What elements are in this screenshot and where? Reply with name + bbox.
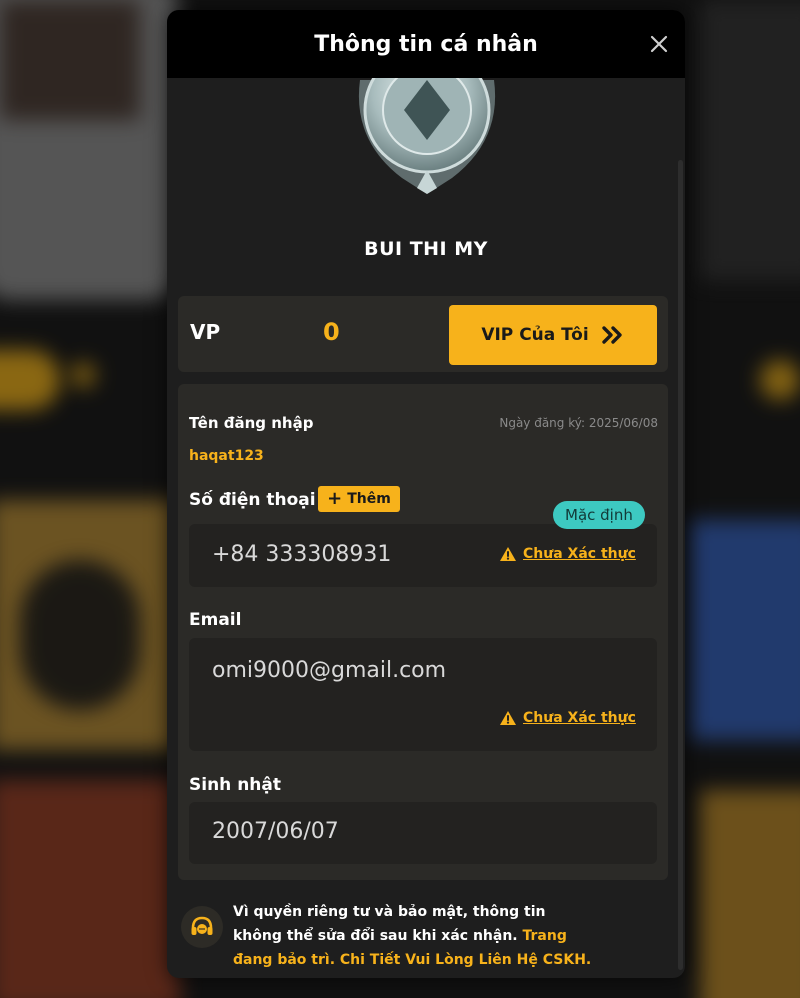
profile-username: BUI THI MY [364,238,488,260]
profile-modal: Thông tin cá nhân BUI THI MY VP 0 VIP Củ… [167,10,685,978]
phone-label: Số điện thoại [189,490,316,510]
birthday-label: Sinh nhật [189,775,281,795]
login-label: Tên đăng nhập [189,414,314,432]
email-verify-status: Chưa Xác thực [523,710,636,726]
support-headset-icon[interactable] [181,906,223,948]
close-icon [650,35,668,53]
email-label: Email [189,610,242,630]
my-vip-button-label: VIP Của Tôi [481,325,589,345]
scrollbar[interactable] [678,160,683,970]
add-phone-label: Thêm [347,491,391,507]
my-vip-button[interactable]: VIP Của Tôi [449,305,657,365]
birthday-value: 2007/06/07 [212,819,339,844]
phone-verify-link[interactable]: Chưa Xác thực [499,546,636,562]
phone-field[interactable]: +84 333308931 Chưa Xác thực [189,524,657,587]
login-value: haqat123 [189,448,264,464]
phone-verify-status: Chưa Xác thực [523,546,636,562]
add-phone-button[interactable]: + Thêm [318,486,400,512]
birthday-field[interactable]: 2007/06/07 [189,802,657,864]
double-chevron-right-icon [601,326,622,344]
vip-rank-badge-icon [358,70,496,194]
close-button[interactable] [647,32,671,56]
privacy-notice-suffix: . [233,976,238,978]
warning-icon [500,547,516,561]
privacy-notice: Vì quyền riêng tư và bảo mật, thông tin … [181,898,671,978]
phone-value: +84 333308931 [212,542,392,567]
modal-header: Thông tin cá nhân [167,10,685,78]
vp-value: 0 [323,318,340,346]
plus-icon: + [327,488,343,509]
privacy-notice-text: Vì quyền riêng tư và bảo mật, thông tin … [233,900,593,978]
email-verify-link[interactable]: Chưa Xác thực [499,710,636,726]
vip-card: VP 0 VIP Của Tôi [178,296,668,372]
email-field[interactable]: omi9000@gmail.com Chưa Xác thực [189,638,657,751]
modal-title: Thông tin cá nhân [314,31,538,57]
privacy-notice-main: Vì quyền riêng tư và bảo mật, thông tin … [233,904,546,944]
registration-date: Ngày đăng ký: 2025/06/08 [499,416,658,430]
email-value: omi9000@gmail.com [212,658,447,683]
vp-label: VP [190,320,221,344]
account-info-card: Tên đăng nhập Ngày đăng ký: 2025/06/08 h… [178,384,668,880]
default-badge: Mặc định [553,501,645,529]
warning-icon [500,711,516,725]
headset-icon [191,916,213,935]
